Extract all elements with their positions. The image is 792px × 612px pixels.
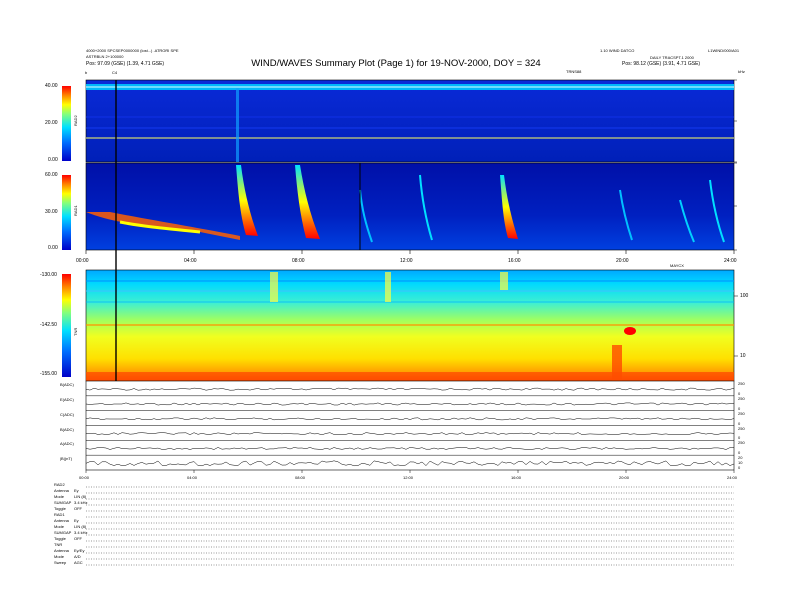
tnr-tick-mid: -142.50 xyxy=(40,322,57,328)
status-key-rad1-3: Toggle xyxy=(54,536,66,541)
rad1-colorbar xyxy=(62,175,71,250)
tnr-right-tick-100: 100 xyxy=(740,293,749,299)
line-plot-scale-5-2: 0 xyxy=(738,465,741,470)
line-plot-scale-2-0: 250 xyxy=(738,410,745,416)
rad-time-axis xyxy=(85,250,735,254)
line-plot-label-4: A(ADC) xyxy=(60,441,74,447)
tnr-colorbar xyxy=(62,274,71,377)
status-val-rad2-1: LIN (8) xyxy=(74,494,87,499)
bottom-tick-label-4: 16:00 xyxy=(511,475,522,480)
time-axis-unit-label: MAYCX xyxy=(670,263,684,268)
status-key-rad2-3: Toggle xyxy=(54,506,66,511)
status-key-rad2-2: SUMGAP xyxy=(54,500,72,505)
status-val-rad2-2: 3.4 kHz xyxy=(74,500,88,505)
rad2-tick-top: 40.00 xyxy=(45,83,58,89)
time-tick-label-3: 12:00 xyxy=(400,258,413,264)
rad1-panel xyxy=(85,162,735,251)
tnr-tick-bottom: -155.00 xyxy=(40,371,57,377)
status-key-rad1-1: Mode xyxy=(54,524,65,529)
line-plot-scale-1-0: 250 xyxy=(738,395,745,401)
line-plot-label-5: |B|(nT) xyxy=(60,456,73,462)
status-key-rad1-0: Antenna xyxy=(54,518,69,523)
plot-canvas xyxy=(62,79,738,566)
status-val-rad2-0: Ey xyxy=(74,488,79,493)
status-val-rad1-2: 3.4 kHz xyxy=(74,530,88,535)
time-tick-label-5: 20:00 xyxy=(616,258,629,264)
line-plot-scale-3-0: 250 xyxy=(738,425,745,431)
tnr-tick-top: -130.00 xyxy=(40,272,57,278)
line-plot-label-0: B(ADC) xyxy=(60,382,74,387)
time-tick-label-6: 24:00 xyxy=(724,258,737,264)
status-key-tnr-1: Mode xyxy=(54,554,65,559)
status-val-rad1-0: Ey xyxy=(74,518,79,523)
rad2-tick-bottom: 0.00 xyxy=(48,157,58,163)
time-tick-label-2: 08:00 xyxy=(292,258,305,264)
status-val-rad2-3: OFF xyxy=(74,506,82,511)
tnr-right-tick-10: 10 xyxy=(740,353,746,359)
status-val-tnr-0: Ey/Ey xyxy=(74,548,85,553)
status-key-rad2-1: Mode xyxy=(54,494,65,499)
line-plot-label-1: E(ADC) xyxy=(60,396,74,402)
rad1-tick-top: 60.00 xyxy=(45,172,58,178)
rad2-label: RAD2 xyxy=(73,115,78,126)
bottom-tick-label-0: 00:00 xyxy=(79,475,90,480)
status-head-rad1: RAD1 xyxy=(54,512,65,517)
rad1-label: RAD1 xyxy=(73,205,78,216)
rad1-tick-bottom: 0.00 xyxy=(48,245,58,251)
tnr-panel xyxy=(85,269,735,382)
status-key-tnr-2: Sweep xyxy=(54,560,67,565)
line-plot-scale-4-0: 250 xyxy=(738,440,745,446)
bottom-tick-label-3: 12:00 xyxy=(403,475,414,480)
status-val-rad1-1: LIN (8) xyxy=(74,524,87,529)
tnr-label: TNR xyxy=(73,327,78,336)
bottom-tick-label-2: 08:00 xyxy=(295,475,306,480)
status-table-lines xyxy=(86,486,734,566)
line-plot-scale-0-0: 250 xyxy=(738,381,745,386)
time-tick-label-4: 16:00 xyxy=(508,258,521,264)
bottom-tick-label-1: 04:00 xyxy=(187,475,198,480)
bottom-tick-label-5: 20:00 xyxy=(619,475,630,480)
status-val-tnr-1: A/D xyxy=(74,554,81,559)
bottom-time-axis xyxy=(85,470,735,473)
rad2-tick-mid: 20.00 xyxy=(45,120,58,126)
line-plots xyxy=(85,380,735,471)
rad2-colorbar xyxy=(62,86,71,161)
time-tick-label-0: 00:00 xyxy=(76,258,89,264)
status-head-rad2: RAD2 xyxy=(54,482,65,487)
status-head-tnr: TNR xyxy=(54,542,63,547)
bottom-tick-label-6: 24:00 xyxy=(727,475,738,480)
status-key-tnr-0: Antenna xyxy=(54,548,69,553)
time-tick-label-1: 04:00 xyxy=(184,258,197,264)
line-plot-label-2: C(ADC) xyxy=(60,411,74,417)
line-plot-label-3: B(ADC) xyxy=(60,426,74,432)
rad2-panel xyxy=(85,79,735,163)
status-val-rad1-3: OFF xyxy=(74,536,82,541)
status-val-tnr-2: AGC xyxy=(74,560,83,565)
status-key-rad2-0: Antenna xyxy=(54,488,69,493)
status-key-rad1-2: SUMGAP xyxy=(54,530,72,535)
line-plot-scale-2-1: 0 xyxy=(738,420,741,426)
rad1-tick-mid: 30.00 xyxy=(45,209,58,215)
